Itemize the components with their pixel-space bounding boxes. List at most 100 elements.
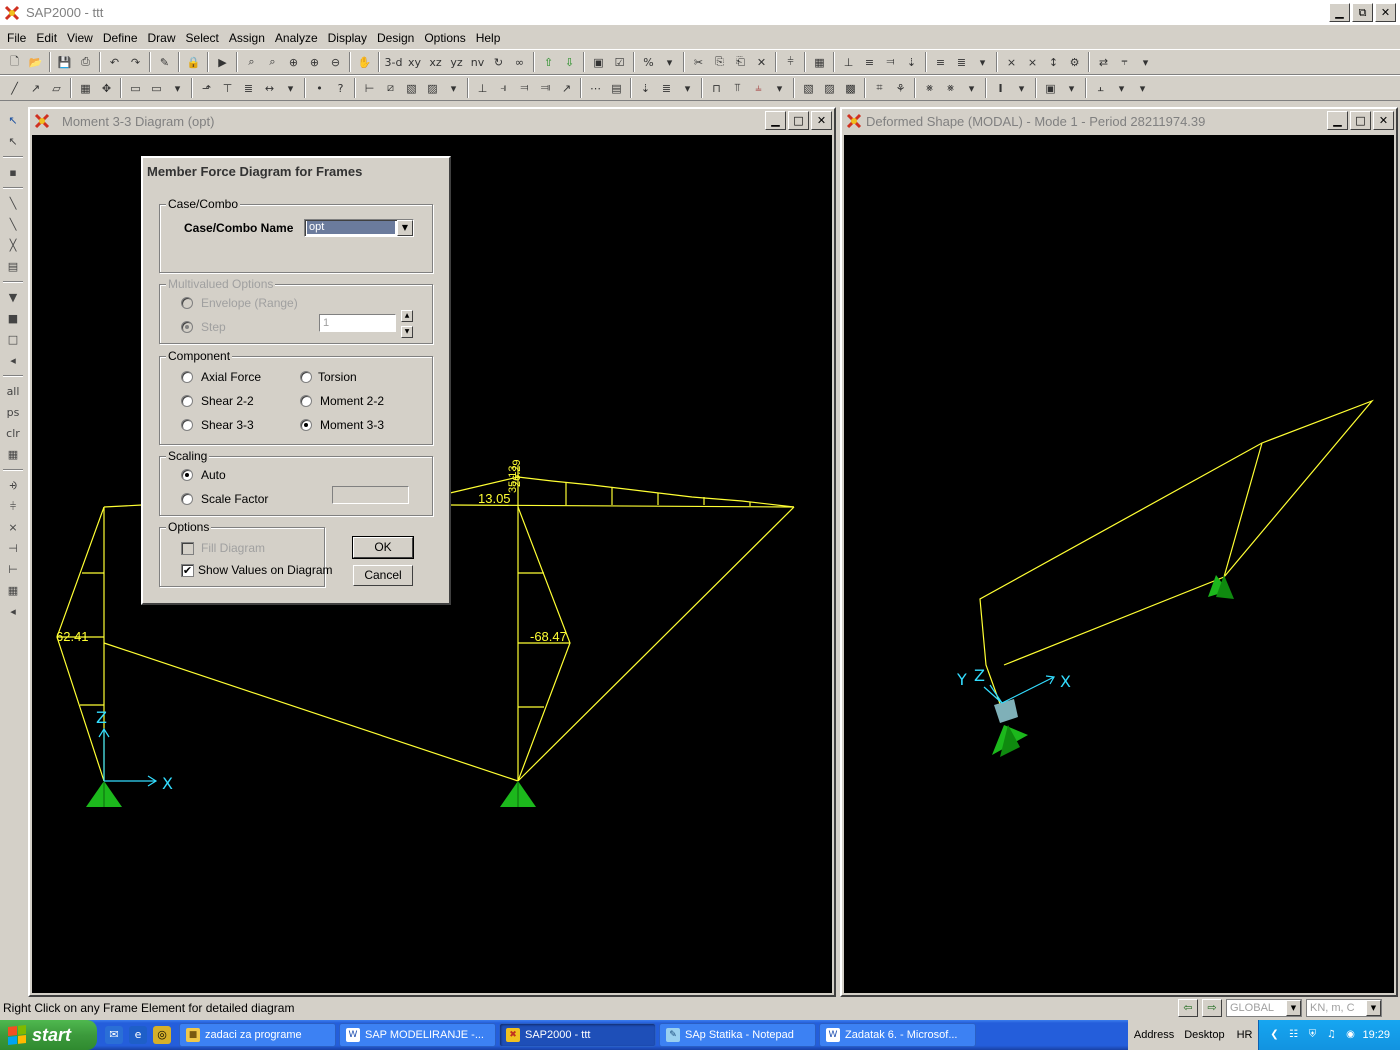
desktop-label[interactable]: Desktop [1184, 1029, 1224, 1041]
move-icon[interactable]: ✥ [96, 78, 117, 98]
dropdown-arrow-icon[interactable]: ▾ [1135, 52, 1156, 72]
design-icon[interactable]: ⇄ [1093, 52, 1114, 72]
frame-release-icon[interactable]: ⫤ [514, 78, 535, 98]
snap-grid-icon[interactable]: ▦ [3, 580, 23, 601]
view-yz-button[interactable]: yz [446, 52, 467, 72]
dropdown-arrow-icon[interactable]: ▾ [280, 78, 301, 98]
menu-help[interactable]: Help [471, 31, 506, 45]
menu-design[interactable]: Design [372, 31, 419, 45]
envelope-radio[interactable] [181, 297, 193, 309]
view-xz-button[interactable]: xz [425, 52, 446, 72]
collapse-arrow-icon[interactable]: ◂ [3, 350, 23, 371]
display-options-icon[interactable]: ▣ [1040, 78, 1061, 98]
media-icon[interactable]: ◎ [153, 1026, 171, 1044]
cancel-button[interactable]: Cancel [353, 565, 413, 586]
undo-icon[interactable]: ↶ [104, 52, 125, 72]
display-forces-icon[interactable]: ↕ [1043, 52, 1064, 72]
zoom-in-icon[interactable]: ⊕ [283, 52, 304, 72]
zoom-previous-icon[interactable]: ⌕ [262, 52, 283, 72]
task-button[interactable]: ✖ SAP2000 - ttt [499, 1023, 656, 1047]
case-combo-select[interactable]: opt ▼ [304, 219, 414, 237]
chevron-down-icon[interactable]: ▼ [1366, 1000, 1381, 1016]
frame-offset-icon[interactable]: ⫥ [535, 78, 556, 98]
outlook-icon[interactable]: ✉ [105, 1026, 123, 1044]
delete-icon[interactable]: ✕ [751, 52, 772, 72]
moment-3-3-radio[interactable] [300, 419, 312, 431]
start-button[interactable]: start [0, 1020, 97, 1050]
constraint-icon[interactable]: ⚘ [890, 78, 911, 98]
draw-rect-area-icon[interactable]: ■ [3, 308, 23, 329]
fill-diagram-checkbox[interactable] [181, 542, 194, 555]
menu-select[interactable]: Select [181, 31, 224, 45]
ok-button[interactable]: OK [352, 536, 414, 559]
frame-shape-a-icon[interactable]: ⊓ [706, 78, 727, 98]
hatch-a-icon[interactable]: ▧ [798, 78, 819, 98]
area-load-icon[interactable]: ≣ [951, 52, 972, 72]
draw-section-cut-icon[interactable]: ▤ [3, 256, 23, 277]
diaphragm-icon[interactable]: ⌗ [869, 78, 890, 98]
restore-button[interactable]: ⧉ [1352, 3, 1373, 22]
menu-draw[interactable]: Draw [143, 31, 181, 45]
maximize-button[interactable]: □ [1350, 111, 1371, 130]
joint-load-icon[interactable]: ⇣ [901, 52, 922, 72]
dropdown-arrow-icon[interactable]: ▾ [1011, 78, 1032, 98]
dropdown-arrow-icon[interactable]: ▾ [677, 78, 698, 98]
mesh-b-icon[interactable]: ⨳ [940, 78, 961, 98]
close-button[interactable]: ✕ [1373, 111, 1394, 130]
draw-area-icon[interactable]: ▭ [125, 78, 146, 98]
frame-section-icon[interactable]: ⊤ [217, 78, 238, 98]
draw-poly-area-icon[interactable]: ▼ [3, 287, 23, 308]
zoom-in-step-icon[interactable]: ⊕ [304, 52, 325, 72]
section-cut-icon[interactable]: ⫠ [1090, 78, 1111, 98]
view-xy-button[interactable]: xy [404, 52, 425, 72]
quick-draw-frame-icon[interactable]: ╲ [3, 214, 23, 235]
dropdown-arrow-icon[interactable]: ▾ [659, 52, 680, 72]
previous-selection-button[interactable]: ps [3, 402, 23, 423]
auto-scale-radio[interactable] [181, 469, 193, 481]
move-up-icon[interactable]: ⇧ [538, 52, 559, 72]
draw-frame-icon[interactable]: ╲ [3, 193, 23, 214]
table-icon[interactable]: ▤ [606, 78, 627, 98]
snap-joints-icon[interactable]: ⨮ [3, 475, 23, 496]
refresh-window-icon[interactable]: ▣ [588, 52, 609, 72]
scale-factor-input[interactable] [332, 486, 409, 504]
collapse-arrow-icon[interactable]: ◂ [3, 601, 23, 622]
snap-line-icon[interactable]: ⊢ [3, 559, 23, 580]
distributed-load-icon[interactable]: ≣ [656, 78, 677, 98]
rotate-icon[interactable]: ↻ [488, 52, 509, 72]
dropdown-arrow-icon[interactable]: ▾ [167, 78, 188, 98]
frame-shape-c-icon[interactable]: ⫨ [748, 78, 769, 98]
frame-shape-b-icon[interactable]: ⫪ [727, 78, 748, 98]
close-button[interactable]: ✕ [1375, 3, 1396, 22]
security-icon[interactable]: ⛨ [1305, 1028, 1319, 1042]
menu-display[interactable]: Display [323, 31, 372, 45]
draw-brace-icon[interactable]: ╳ [3, 235, 23, 256]
draw-line-icon[interactable]: ╱ [4, 78, 25, 98]
dropdown-arrow-icon[interactable]: ▾ [972, 52, 993, 72]
dropdown-arrow-icon[interactable]: ▾ [769, 78, 790, 98]
check-icon[interactable]: ☑ [609, 52, 630, 72]
redo-icon[interactable]: ↷ [125, 52, 146, 72]
display-stress-icon[interactable]: ⚙ [1064, 52, 1085, 72]
minimize-button[interactable]: ▁ [765, 111, 786, 130]
task-button[interactable]: W SAP MODELIRANJE -... [339, 1023, 496, 1047]
next-arrow-icon[interactable]: ⇨ [1202, 999, 1222, 1017]
shell-icon[interactable]: ▧ [401, 78, 422, 98]
shear-2-2-radio[interactable] [181, 395, 193, 407]
save-icon[interactable]: 💾 [54, 52, 75, 72]
minimize-button[interactable]: ▁ [1329, 3, 1350, 22]
move-down-icon[interactable]: ⇩ [559, 52, 580, 72]
units-select[interactable]: KN, m, C ▼ [1306, 999, 1382, 1017]
coordinate-system-select[interactable]: GLOBAL ▼ [1226, 999, 1302, 1017]
frame-load-icon[interactable]: ≡ [930, 52, 951, 72]
close-button[interactable]: ✕ [811, 111, 832, 130]
menu-edit[interactable]: Edit [31, 31, 62, 45]
open-folder-icon[interactable]: 📂 [25, 52, 46, 72]
step-radio[interactable] [181, 321, 193, 333]
draw-point-icon[interactable]: ▪ [3, 162, 23, 183]
snap-intersection-icon[interactable]: ⨯ [3, 517, 23, 538]
clear-selection-button[interactable]: clr [3, 423, 23, 444]
antivirus-icon[interactable]: ◉ [1343, 1028, 1357, 1042]
menu-define[interactable]: Define [98, 31, 143, 45]
design-check-icon[interactable]: ⫧ [1114, 52, 1135, 72]
